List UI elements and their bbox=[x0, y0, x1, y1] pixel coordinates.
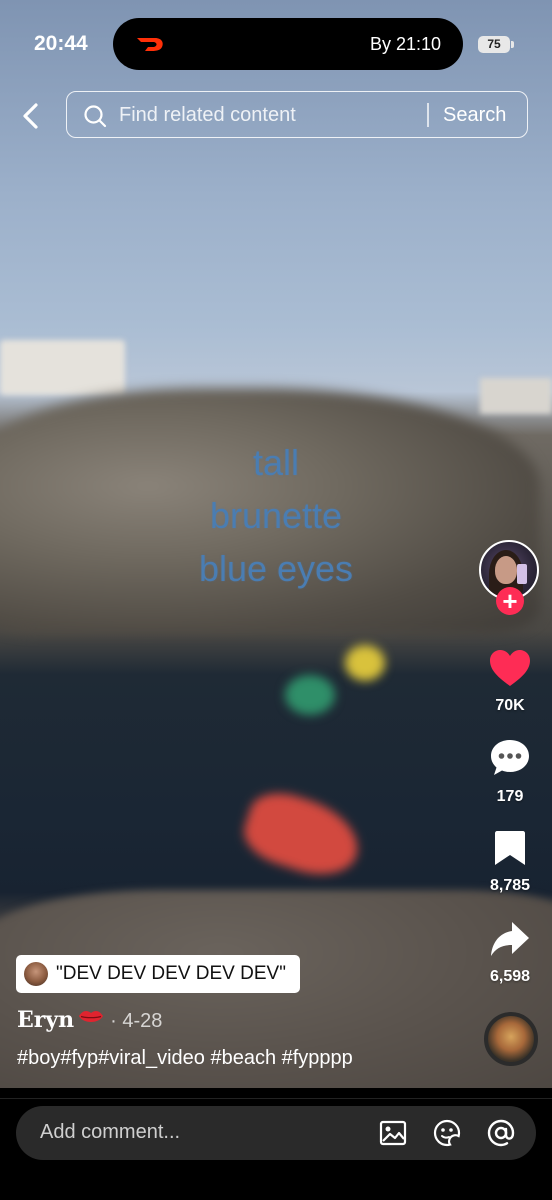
music-disc-icon[interactable] bbox=[484, 1012, 538, 1066]
sound-tag[interactable]: "DEV DEV DEV DEV DEV" bbox=[16, 955, 300, 993]
delivery-eta: By 21:10 bbox=[369, 34, 441, 54]
like-count: 70K bbox=[495, 697, 525, 714]
video-scene-house bbox=[0, 340, 125, 395]
search-button[interactable]: Search bbox=[443, 104, 506, 127]
sticker-icon[interactable] bbox=[432, 1118, 462, 1148]
username[interactable]: Eryn bbox=[17, 1007, 74, 1033]
overlay-line: brunette bbox=[209, 495, 343, 536]
comment-input[interactable]: Add comment... bbox=[16, 1106, 536, 1160]
search-divider bbox=[427, 103, 429, 127]
share-button[interactable]: 6,598 bbox=[475, 919, 545, 986]
status-time: 20:44 bbox=[34, 32, 88, 55]
sound-title: "DEV DEV DEV DEV DEV" bbox=[56, 963, 286, 984]
save-button[interactable]: 8,785 bbox=[475, 828, 545, 895]
save-count: 8,785 bbox=[489, 877, 531, 894]
comment-count: 179 bbox=[496, 788, 524, 805]
follow-button[interactable]: + bbox=[496, 587, 524, 615]
video-text-overlay: tall brunette blue eyes bbox=[0, 436, 552, 595]
comment-placeholder: Add comment... bbox=[40, 1121, 181, 1143]
share-count: 6,598 bbox=[489, 968, 531, 985]
video-scene-house bbox=[480, 378, 552, 414]
back-arrow-icon[interactable] bbox=[18, 100, 46, 132]
bookmark-icon bbox=[495, 831, 525, 865]
overlay-line: blue eyes bbox=[198, 548, 354, 589]
avatar-face bbox=[495, 556, 517, 584]
overlay-line: tall bbox=[252, 442, 300, 483]
dynamic-island[interactable]: By 21:10 bbox=[113, 18, 463, 70]
mention-icon[interactable] bbox=[486, 1118, 516, 1148]
divider bbox=[0, 1098, 552, 1099]
comment-bubble-icon bbox=[491, 740, 529, 775]
image-icon[interactable] bbox=[378, 1118, 408, 1148]
status-bar: 20:44 By 21:10 75 bbox=[0, 0, 552, 90]
like-button[interactable]: 70K bbox=[475, 648, 545, 715]
video-scene-buoy bbox=[236, 783, 369, 887]
video-player[interactable]: tall brunette blue eyes bbox=[0, 0, 552, 1088]
kiss-emoji-icon bbox=[79, 1011, 104, 1022]
video-scene-buoy bbox=[345, 645, 385, 681]
search-icon bbox=[84, 105, 107, 128]
bottom-bar: Add comment... bbox=[0, 1088, 552, 1200]
comment-button[interactable]: 179 bbox=[475, 737, 545, 806]
avatar-phone bbox=[517, 564, 527, 584]
search-input[interactable]: Find related content bbox=[119, 104, 296, 127]
sound-avatar bbox=[24, 962, 48, 986]
hashtags[interactable]: #boy#fyp#viral_video #beach #fypppp bbox=[17, 1047, 353, 1070]
heart-icon bbox=[490, 650, 530, 686]
doordash-icon bbox=[137, 38, 163, 51]
share-arrow-icon bbox=[491, 922, 529, 956]
video-scene-buoy bbox=[285, 675, 335, 715]
battery-icon: 75 bbox=[478, 36, 514, 53]
author-row: Eryn · 4-28 bbox=[17, 1007, 162, 1033]
post-date: · 4-28 bbox=[110, 1010, 163, 1032]
search-bar[interactable]: Find related content Search bbox=[66, 91, 528, 138]
